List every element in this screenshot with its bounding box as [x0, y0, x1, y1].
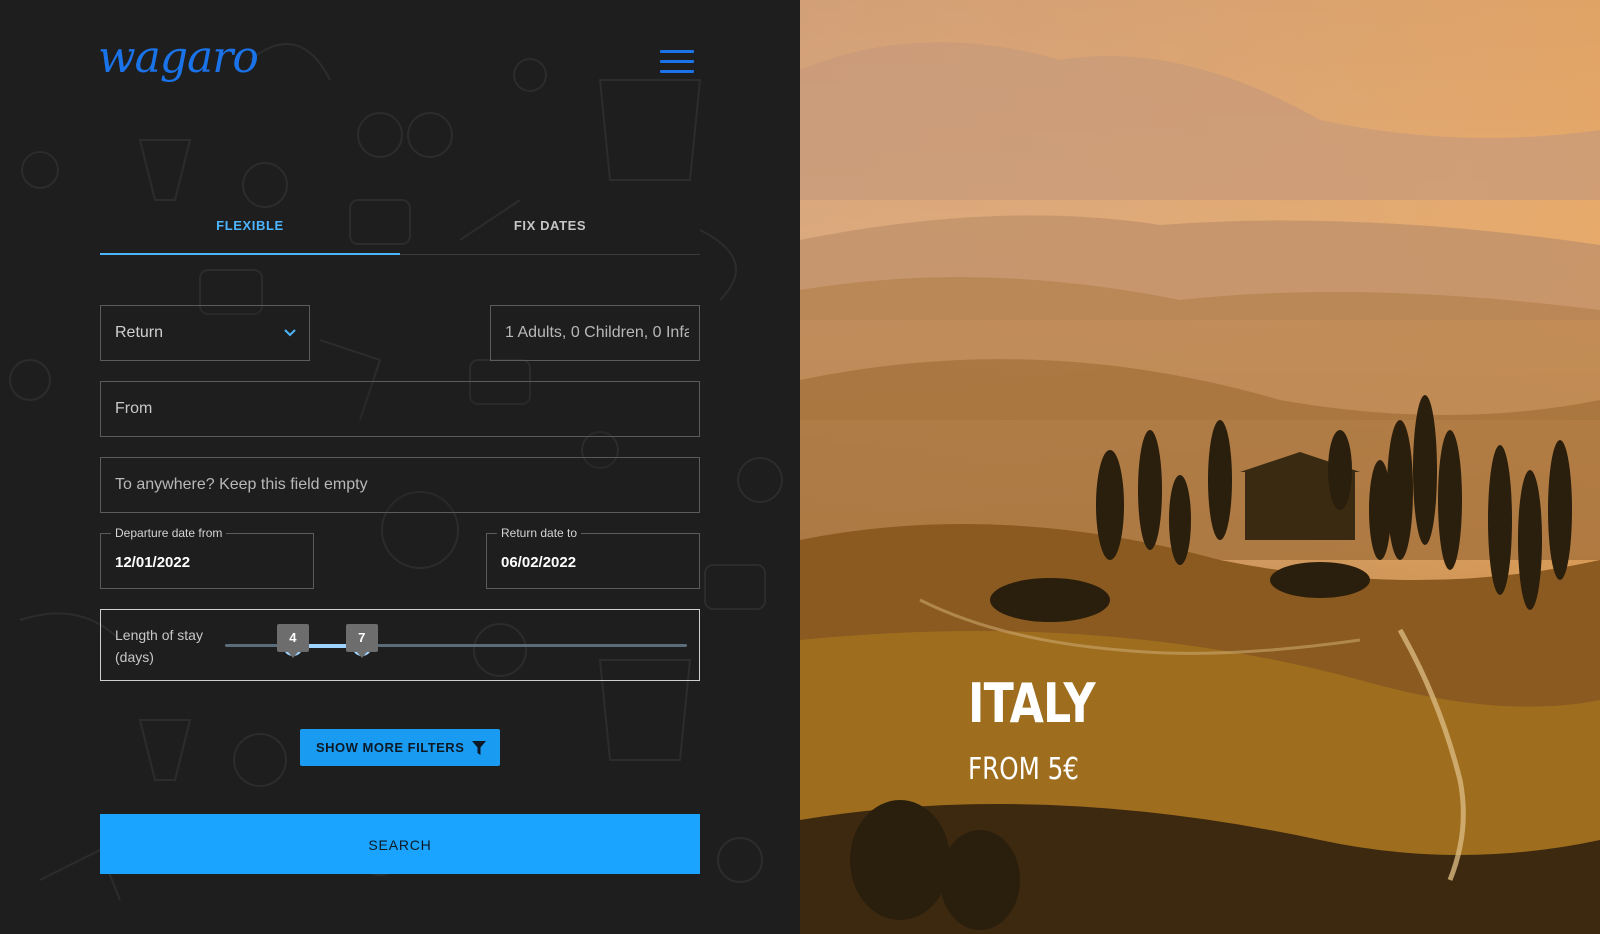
tab-fix-dates[interactable]: FIX DATES: [400, 213, 700, 253]
passengers-value: 1 Adults, 0 Children, 0 Infants: [505, 324, 689, 341]
tab-flexible[interactable]: FLEXIBLE: [100, 213, 400, 255]
departure-date-field[interactable]: Departure date from 12/01/2022: [100, 526, 314, 589]
slider-min-value: 4: [276, 624, 309, 658]
slider-max-value: 7: [345, 624, 378, 658]
from-placeholder: From: [115, 400, 153, 417]
menu-line: [660, 70, 694, 73]
filter-icon: [472, 741, 486, 755]
date-mode-tabs: FLEXIBLE FIX DATES: [100, 213, 700, 255]
brand-logo[interactable]: wagaro: [98, 32, 259, 83]
destination-title: ITALY: [968, 672, 1096, 735]
destination-price: FROM 5€: [968, 752, 1079, 787]
tuscany-landscape-image: [800, 0, 1600, 934]
slider-thumb-min[interactable]: 4: [276, 624, 309, 658]
return-date-value: 06/02/2022: [501, 554, 577, 571]
hamburger-icon[interactable]: [660, 50, 694, 76]
length-of-stay-label: Length of stay (days): [115, 627, 203, 665]
menu-line: [660, 60, 694, 63]
search-button-label: SEARCH: [368, 837, 432, 853]
to-placeholder: To anywhere? Keep this field empty: [115, 476, 368, 493]
chevron-down-icon: [284, 329, 296, 337]
search-panel: wagaro FLEXIBLE FIX DATES Return 1 Adult…: [0, 0, 800, 934]
from-input[interactable]: From: [100, 381, 700, 437]
return-date-field[interactable]: Return date to 06/02/2022: [486, 526, 700, 589]
to-input[interactable]: To anywhere? Keep this field empty: [100, 457, 700, 513]
show-more-filters-label: SHOW MORE FILTERS: [316, 740, 465, 755]
trip-type-select[interactable]: Return: [100, 305, 310, 361]
show-more-filters-button[interactable]: SHOW MORE FILTERS: [300, 729, 500, 766]
trip-type-value: Return: [115, 324, 164, 341]
departure-date-value: 12/01/2022: [115, 554, 191, 571]
menu-line: [660, 50, 694, 53]
length-of-stay-slider: Length of stay (days) 4 7: [100, 609, 700, 681]
hero-destination-image[interactable]: ITALY FROM 5€: [800, 0, 1600, 934]
slider-thumb-max[interactable]: 7: [345, 624, 378, 658]
search-button[interactable]: SEARCH: [100, 814, 700, 874]
passengers-field[interactable]: 1 Adults, 0 Children, 0 Infants: [490, 305, 700, 361]
